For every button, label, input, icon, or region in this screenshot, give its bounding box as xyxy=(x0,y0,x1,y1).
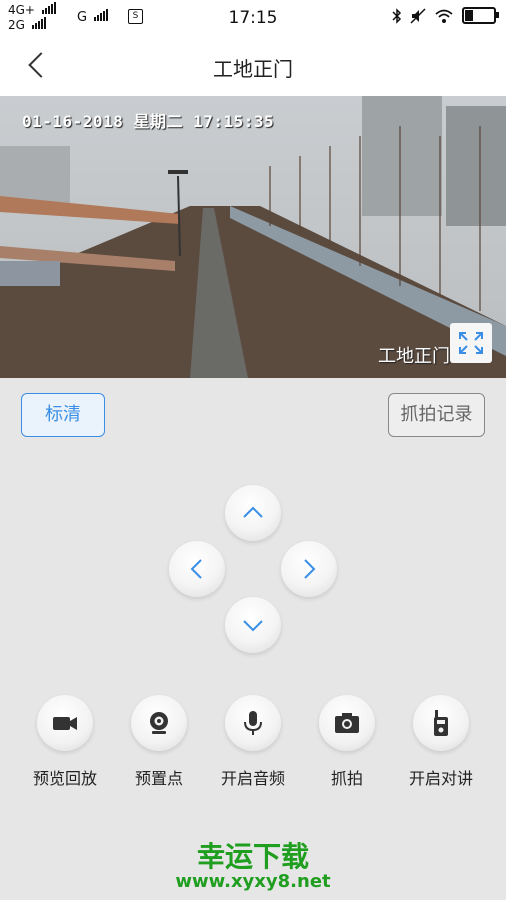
capture-button-circle xyxy=(319,695,375,751)
preset-button-circle xyxy=(131,695,187,751)
chevron-down-icon xyxy=(243,620,263,632)
capture-label: 抓拍 xyxy=(330,769,363,788)
capture-records-button[interactable]: 抓拍记录 xyxy=(388,393,485,437)
nav-bar: 工地正门 xyxy=(0,34,506,96)
chevron-left-icon xyxy=(190,559,202,579)
walkie-talkie-icon xyxy=(434,710,448,736)
video-camera-icon xyxy=(53,717,77,730)
preset-button[interactable]: 预置点 xyxy=(114,695,204,789)
chevron-right-icon xyxy=(304,559,316,579)
intercom-label: 开启对讲 xyxy=(408,769,473,788)
playback-label: 预览回放 xyxy=(32,769,97,788)
video-channel-name: 工地正门 xyxy=(378,346,450,367)
audio-button[interactable]: 开启音频 xyxy=(208,695,298,789)
bluetooth-icon xyxy=(392,7,402,24)
status-bar: 4G+ 2G G S 17:15 xyxy=(0,0,506,34)
video-frame xyxy=(0,96,506,378)
watermark-url: www.xyxy8.net xyxy=(175,871,331,892)
fullscreen-button[interactable] xyxy=(450,323,492,363)
chevron-up-icon xyxy=(243,506,263,518)
playback-button[interactable]: 预览回放 xyxy=(20,695,110,789)
microphone-icon xyxy=(244,711,262,735)
capture-button[interactable]: 抓拍 xyxy=(302,695,392,789)
audio-label: 开启音频 xyxy=(220,769,285,788)
expand-icon xyxy=(459,332,483,354)
audio-button-circle xyxy=(225,695,281,751)
video-timestamp: 01-16-2018 星期二 17:15:35 xyxy=(22,112,275,131)
camera-icon xyxy=(335,713,359,733)
battery-icon xyxy=(462,7,499,24)
watermark-title: 幸运下载 xyxy=(196,840,309,873)
ptz-right-button[interactable] xyxy=(281,541,337,597)
ptz-down-button[interactable] xyxy=(225,597,281,653)
video-preview[interactable]: 01-16-2018 星期二 17:15:35 工地正门 xyxy=(0,96,506,378)
mute-icon xyxy=(410,7,426,24)
wifi-icon xyxy=(435,9,453,23)
ptz-up-button[interactable] xyxy=(225,485,281,541)
webcam-icon xyxy=(150,712,168,734)
preset-label: 预置点 xyxy=(134,769,183,788)
playback-button-circle xyxy=(37,695,93,751)
page-title: 工地正门 xyxy=(213,57,293,81)
intercom-button[interactable]: 开启对讲 xyxy=(396,695,486,789)
quality-toggle-button[interactable]: 标清 xyxy=(21,393,105,437)
ptz-left-button[interactable] xyxy=(169,541,225,597)
status-icons xyxy=(392,7,499,24)
intercom-button-circle xyxy=(413,695,469,751)
